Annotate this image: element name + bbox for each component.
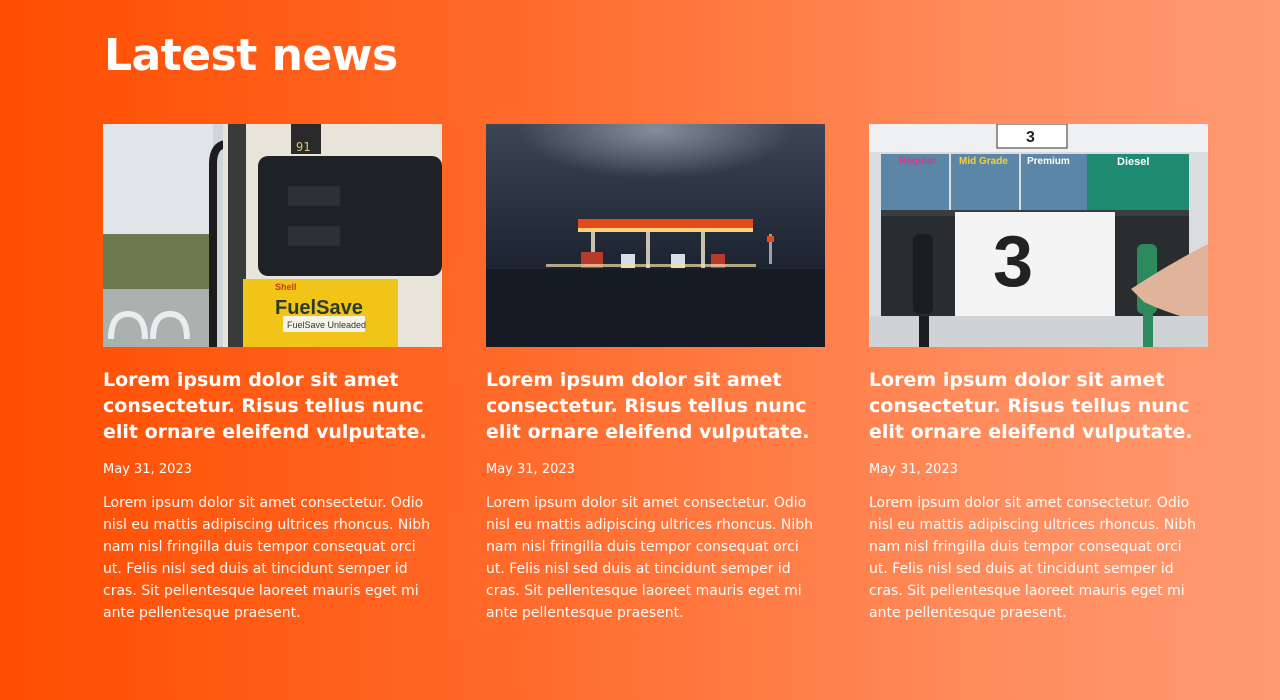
grade-regular: Regular — [899, 156, 936, 167]
page-title: Latest news — [104, 30, 398, 81]
pump-number-text: 91 — [296, 140, 310, 154]
news-card-date: May 31, 2023 — [103, 462, 192, 477]
dispenser-number: 3 — [993, 222, 1033, 302]
news-card-date: May 31, 2023 — [869, 462, 958, 477]
pump-label-text: FuelSave — [275, 297, 363, 319]
news-card-body: Lorem ipsum dolor sit amet consectetur. … — [103, 495, 431, 621]
grade-midgrade: Mid Grade — [959, 156, 1008, 167]
news-card-3[interactable]: 3 Regular Mid Grade Premium Diesel 3 Lor… — [869, 124, 1209, 624]
news-card-body: Lorem ipsum dolor sit amet consectetur. … — [486, 495, 814, 621]
news-image-fuel-dispenser[interactable]: 3 Regular Mid Grade Premium Diesel 3 — [869, 124, 1208, 347]
svg-text:3: 3 — [1026, 129, 1035, 146]
news-card-date: May 31, 2023 — [486, 462, 575, 477]
news-image-fuel-pump[interactable]: 91 Shell FuelSave FuelSave Unleaded — [103, 124, 442, 347]
grade-premium: Premium — [1027, 156, 1070, 167]
news-card-body: Lorem ipsum dolor sit amet consectetur. … — [869, 495, 1197, 621]
news-card-1[interactable]: 91 Shell FuelSave FuelSave Unleaded Lore… — [103, 124, 443, 624]
news-card-title[interactable]: Lorem ipsum dolor sit amet consectetur. … — [486, 367, 826, 445]
grade-diesel: Diesel — [1117, 156, 1149, 168]
pump-sublabel-text: FuelSave Unleaded — [287, 320, 366, 330]
news-image-gas-station-night[interactable] — [486, 124, 825, 347]
news-card-2[interactable]: Lorem ipsum dolor sit amet consectetur. … — [486, 124, 826, 624]
news-card-title[interactable]: Lorem ipsum dolor sit amet consectetur. … — [869, 367, 1209, 445]
pump-brand-text: Shell — [275, 282, 297, 292]
news-card-title[interactable]: Lorem ipsum dolor sit amet consectetur. … — [103, 367, 443, 445]
